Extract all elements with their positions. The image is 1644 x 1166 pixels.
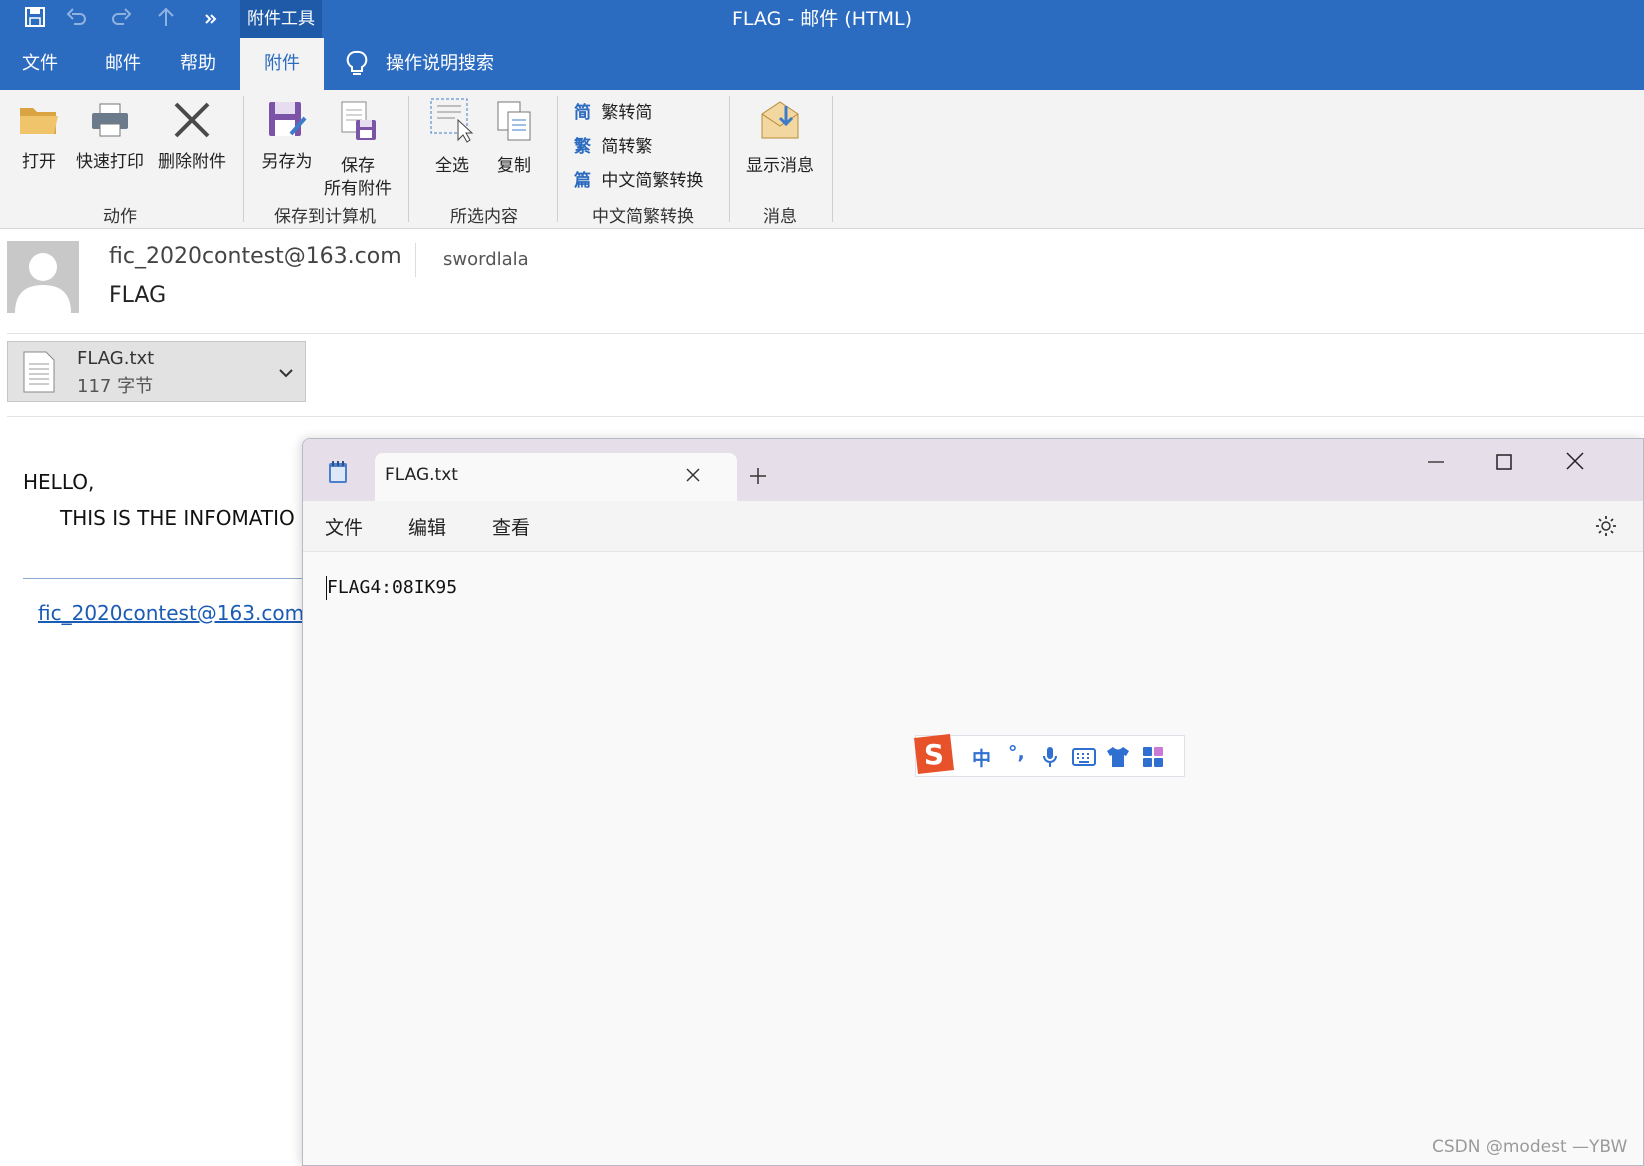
notepad-app-icon <box>327 459 349 489</box>
ribbon-tab-row: 文件 邮件 帮助 附件 操作说明搜索 <box>0 38 1644 90</box>
show-message-label: 显示消息 <box>746 156 814 176</box>
microphone-icon[interactable] <box>1042 746 1058 772</box>
window-title: FLAG - 邮件 (HTML) <box>731 8 912 30</box>
notepad-text-content[interactable]: FLAG4:08IK95 <box>327 577 457 598</box>
delete-x-icon <box>154 100 230 147</box>
tell-me-search[interactable]: 操作说明搜索 <box>386 38 494 90</box>
save-as-label: 另存为 <box>261 152 313 172</box>
notepad-titlebar: FLAG.txt <box>303 439 1643 501</box>
svg-text:S: S <box>924 738 944 771</box>
sender-address[interactable]: fic_2020contest@163.com <box>109 244 402 269</box>
skin-shirt-icon[interactable] <box>1106 746 1130 772</box>
traditional-glyph-icon: 繁 <box>574 137 591 157</box>
minimize-icon[interactable] <box>1427 453 1445 475</box>
show-message-button[interactable]: 显示消息 <box>740 96 820 178</box>
group-separator <box>832 96 833 222</box>
group-label-convert: 中文简繁转换 <box>592 207 694 227</box>
chevron-down-icon[interactable] <box>278 364 294 383</box>
copy-label: 复制 <box>497 156 531 176</box>
recipient[interactable]: swordlala <box>443 249 529 270</box>
attachment-card[interactable]: FLAG.txt 117 字节 <box>7 341 306 402</box>
mail-subject: FLAG <box>109 283 167 308</box>
notepad-tab-title: FLAG.txt <box>385 465 458 485</box>
text-file-icon <box>22 350 56 398</box>
save-all-icon <box>320 100 396 151</box>
menu-edit[interactable]: 编辑 <box>408 513 446 540</box>
attachment-name: FLAG.txt <box>77 348 155 369</box>
ime-toolbar: S 中 °, <box>914 734 1185 777</box>
copy-icon <box>484 100 544 151</box>
watermark: CSDN @modest —YBW <box>1432 1137 1628 1157</box>
save-all-attachments-button[interactable]: 保存 所有附件 <box>320 100 396 201</box>
attachment-size: 117 字节 <box>77 376 154 397</box>
simplified-to-traditional-label: 简转繁 <box>601 137 653 157</box>
envelope-icon <box>740 96 820 151</box>
lightbulb-icon[interactable] <box>345 50 369 82</box>
sogou-logo-icon[interactable]: S <box>908 730 958 784</box>
quick-print-button[interactable]: 快速打印 <box>72 100 148 174</box>
group-separator <box>557 96 558 222</box>
avatar <box>7 241 79 313</box>
group-separator <box>408 96 409 222</box>
chinese-conversion-label: 中文简繁转换 <box>601 171 704 191</box>
notepad-tab[interactable]: FLAG.txt <box>375 453 737 501</box>
close-window-icon[interactable] <box>1565 451 1585 475</box>
body-text: THIS IS THE INFOMATIO <box>60 506 295 530</box>
open-button[interactable]: 打开 <box>10 100 68 174</box>
group-label-actions: 动作 <box>103 207 137 227</box>
simplified-glyph-icon: 简 <box>574 103 591 123</box>
body-greeting: HELLO, <box>23 470 95 494</box>
quick-print-label: 快速打印 <box>76 152 144 172</box>
signature-separator <box>23 578 313 579</box>
remove-attachment-button[interactable]: 删除附件 <box>154 100 230 174</box>
select-all-icon <box>422 96 482 151</box>
copy-button[interactable]: 复制 <box>484 100 544 178</box>
tab-attachments[interactable]: 附件 <box>240 38 324 90</box>
tab-help[interactable]: 帮助 <box>180 38 216 90</box>
save-all-label-line2: 所有附件 <box>324 179 392 199</box>
group-label-save: 保存到计算机 <box>274 207 376 227</box>
keyboard-icon[interactable] <box>1072 748 1096 770</box>
gear-icon[interactable] <box>1595 515 1617 541</box>
save-as-button[interactable]: 另存为 <box>254 100 320 174</box>
maximize-icon[interactable] <box>1495 453 1513 475</box>
group-separator <box>243 96 244 222</box>
conversion-glyph-icon: 篇 <box>574 171 591 191</box>
menu-view[interactable]: 查看 <box>492 513 530 540</box>
menu-file[interactable]: 文件 <box>325 513 363 540</box>
group-label-message: 消息 <box>763 207 797 227</box>
simplified-to-traditional-button[interactable]: 繁 简转繁 <box>574 132 652 157</box>
header-separator <box>7 333 1644 334</box>
close-tab-icon[interactable] <box>685 467 701 487</box>
select-all-button[interactable]: 全选 <box>422 96 482 178</box>
traditional-to-simplified-label: 繁转简 <box>601 103 653 123</box>
new-tab-icon[interactable] <box>749 467 767 489</box>
ribbon: 打开 快速打印 删除附件 动作 另存为 保存 所有附件 保存到计算机 全选 复制… <box>0 90 1644 229</box>
open-label: 打开 <box>22 152 56 172</box>
printer-icon <box>72 100 148 147</box>
attachment-separator <box>7 416 1644 417</box>
tab-file[interactable]: 文件 <box>22 38 58 90</box>
header-divider <box>415 243 416 277</box>
signature-link[interactable]: fic_2020contest@163.com <box>38 601 304 625</box>
notepad-menubar: 文件 编辑 查看 <box>303 501 1643 552</box>
chinese-conversion-button[interactable]: 篇 中文简繁转换 <box>574 166 703 191</box>
select-all-label: 全选 <box>435 156 469 176</box>
remove-attachment-label: 删除附件 <box>158 152 226 172</box>
tab-mail[interactable]: 邮件 <box>105 38 141 90</box>
group-separator <box>729 96 730 222</box>
save-all-label-line1: 保存 <box>341 156 375 176</box>
save-as-icon <box>254 100 320 147</box>
traditional-to-simplified-button[interactable]: 简 繁转简 <box>574 98 652 123</box>
group-label-selection: 所选内容 <box>450 207 518 227</box>
folder-icon <box>10 100 68 147</box>
ime-punctuation-toggle[interactable]: °, <box>1008 742 1025 764</box>
outlook-titlebar: 附件工具 FLAG - 邮件 (HTML) <box>0 0 1644 38</box>
toolbox-grid-icon[interactable] <box>1142 746 1164 772</box>
ime-mode-toggle[interactable]: 中 <box>972 744 991 771</box>
notepad-window: FLAG.txt 文件 编辑 查看 FLAG4:08IK95 S 中 °, <box>302 438 1644 1166</box>
